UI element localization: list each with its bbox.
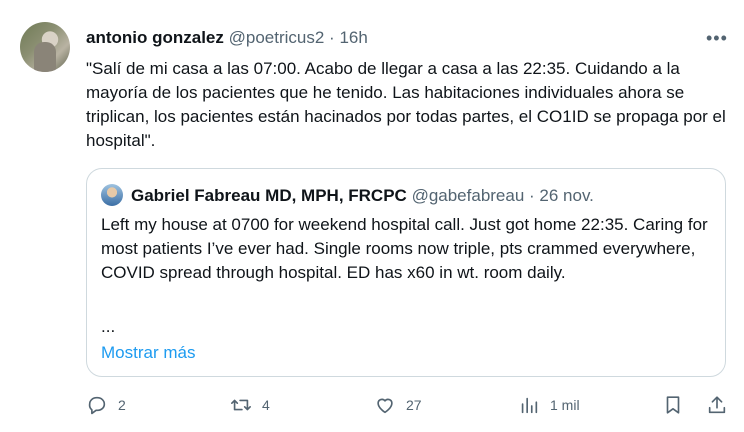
quoted-author-handle: @gabefabreau (411, 186, 525, 205)
author-avatar[interactable] (20, 22, 70, 72)
tweet-time[interactable]: 16h (339, 28, 367, 47)
views-button[interactable]: 1 mil (518, 394, 580, 416)
quoted-tweet-ellipsis: ... (101, 317, 116, 336)
quoted-tweet-text: Left my house at 0700 for weekend hospit… (101, 215, 708, 282)
views-icon (521, 397, 538, 414)
retweet-icon (231, 399, 251, 411)
reply-icon (88, 396, 106, 415)
share-icon (708, 396, 726, 414)
quoted-author-avatar (101, 184, 123, 206)
retweet-button[interactable]: 4 (230, 394, 270, 416)
quoted-tweet-header: Gabriel Fabreau MD, MPH, FRCPC @gabefabr… (131, 185, 594, 207)
quoted-tweet[interactable]: Gabriel Fabreau MD, MPH, FRCPC @gabefabr… (86, 168, 726, 377)
tweet-text: "Salí de mi casa a las 07:00. Acabo de l… (86, 59, 726, 150)
like-button[interactable]: 27 (374, 394, 422, 416)
author-handle[interactable]: @poetricus2 (229, 28, 325, 47)
action-bar: 2 4 27 1 mil (0, 394, 744, 424)
reply-button[interactable]: 2 (86, 394, 126, 416)
share-button[interactable] (706, 394, 728, 416)
bookmark-icon (666, 396, 680, 414)
bookmark-button[interactable] (662, 394, 684, 416)
show-more-link[interactable]: Mostrar más (101, 341, 195, 365)
quoted-author-name: Gabriel Fabreau MD, MPH, FRCPC (131, 186, 407, 205)
author-name[interactable]: antonio gonzalez (86, 28, 224, 47)
reply-count: 2 (118, 397, 126, 413)
views-count: 1 mil (550, 397, 580, 413)
header-separator: · (324, 28, 340, 47)
quoted-header-separator: · (524, 186, 540, 205)
more-icon[interactable]: ••• (706, 28, 728, 49)
quoted-tweet-date: 26 nov. (539, 186, 594, 205)
like-icon (377, 398, 393, 414)
tweet-header: antonio gonzalez @poetricus2 · 16h (86, 27, 368, 49)
like-count: 27 (406, 397, 422, 413)
retweet-count: 4 (262, 397, 270, 413)
